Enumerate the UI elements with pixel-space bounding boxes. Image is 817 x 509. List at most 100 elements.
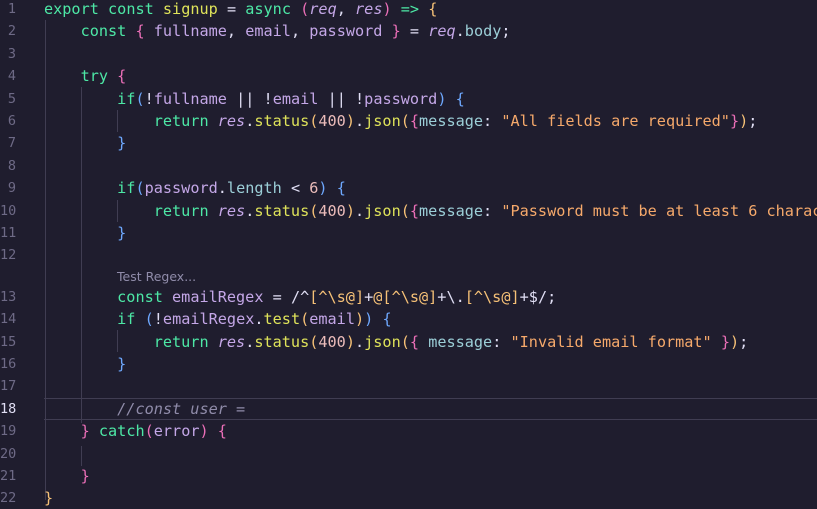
line-number: 21 [0,468,17,484]
line-number: 8 [7,157,16,174]
token: . [354,201,365,220]
token: } [729,112,740,130]
token: : [483,201,493,220]
token: , [290,22,301,41]
code-line[interactable]: } [44,132,817,154]
token: } [44,489,54,508]
line-number: 1 [7,1,16,17]
token: ) [345,112,355,130]
token: const [80,22,127,41]
token: ( [400,332,410,351]
token: . [455,22,465,41]
token: { [336,179,346,198]
line-number: 10 [0,202,17,219]
token: req [428,22,456,41]
token: [^\s@] [464,287,520,306]
indent-guide [81,446,82,466]
line-number: 9 [7,180,16,197]
token: \. [446,287,465,306]
token: email [309,310,355,329]
token: body [464,22,502,41]
token: ; [739,332,749,351]
token: message [419,112,484,130]
token: const [117,287,163,306]
current-code-line[interactable]: //const user = [44,397,817,421]
token: res [355,0,383,18]
token: async [245,0,291,18]
token: } [117,134,127,153]
token: "All fields are required" [501,112,730,130]
token: res [217,332,246,351]
line-number: 5 [7,90,16,107]
token: ) [318,179,328,198]
token: if [117,310,136,329]
code-line[interactable]: return res.status(400).json({message: "P… [44,200,817,222]
token: /^ [290,287,310,306]
code-line[interactable]: } [44,353,817,375]
token: } [720,332,730,351]
token: return [153,112,209,130]
code-line[interactable]: if(password.length < 6) { [44,177,817,199]
token: 400 [318,201,346,220]
code-line[interactable]: if(!fullname || !email || !password) { [44,88,817,110]
token: || [236,89,255,108]
line-number: 3 [7,45,16,62]
token: + [364,287,374,306]
code-line[interactable]: export const signup = async (req, res) =… [44,0,817,20]
token: json [364,112,401,130]
code-line[interactable]: return res.status(400).json({message: "A… [44,110,817,132]
token: ( [144,422,154,441]
token: emailRegex [162,310,255,329]
token: . [354,332,365,351]
token: password [309,22,383,41]
token: length [226,179,282,198]
token: } [117,224,127,242]
token: ! [355,89,365,108]
line-number-gutter: 1 2 3 4 5 6 7 8 9 10 11 12 13 14 15 16 1… [0,0,44,509]
token: ) [364,310,374,329]
code-line[interactable]: const { fullname, email, password } = re… [44,20,817,42]
token: if [117,89,136,108]
token: + [519,287,529,306]
code-line[interactable]: return res.status(400).json({ message: "… [44,331,817,353]
token: . [245,201,255,220]
token: ( [400,201,410,220]
code-editor[interactable]: 1 2 3 4 5 6 7 8 9 10 11 12 13 14 15 16 1… [0,0,817,509]
line-number: 13 [0,288,17,305]
code-line[interactable]: } catch(error) { [44,420,817,442]
line-number: 2 [7,23,16,40]
token: ) [739,112,749,130]
code-line[interactable]: } [44,222,817,244]
token: [^\s@] [309,287,365,306]
code-line[interactable]: const emailRegex = /^[^\s@]+@[^\s@]+\.[^… [44,286,817,308]
token: json [364,332,401,351]
token: = [272,287,282,306]
token: return [153,332,209,351]
token: return [153,201,209,220]
line-number: 7 [7,135,16,152]
code-line[interactable]: if (!emailRegex.test(email)) { [44,308,817,330]
token: { [217,422,227,441]
token: : [492,332,502,351]
token: { [135,22,145,41]
token: = [226,0,237,18]
line-number: 17 [0,378,17,395]
token: signup [162,0,218,18]
token: fullname [153,89,227,108]
token: ) [437,89,447,108]
token: [^\s@] [382,287,438,306]
code-line[interactable]: } [44,465,817,487]
code-line[interactable]: try { [44,65,817,87]
token: ! [144,89,154,108]
token: ) [730,332,740,351]
token: ( [144,310,154,329]
line-number: 20 [0,445,17,462]
token: { [382,310,392,329]
token: , [226,22,237,41]
token: => [400,0,420,18]
token: export [44,0,99,18]
line-number: 22 [0,490,17,507]
code-line[interactable]: } [44,487,817,509]
token: . [217,179,227,198]
token: } [117,355,127,373]
